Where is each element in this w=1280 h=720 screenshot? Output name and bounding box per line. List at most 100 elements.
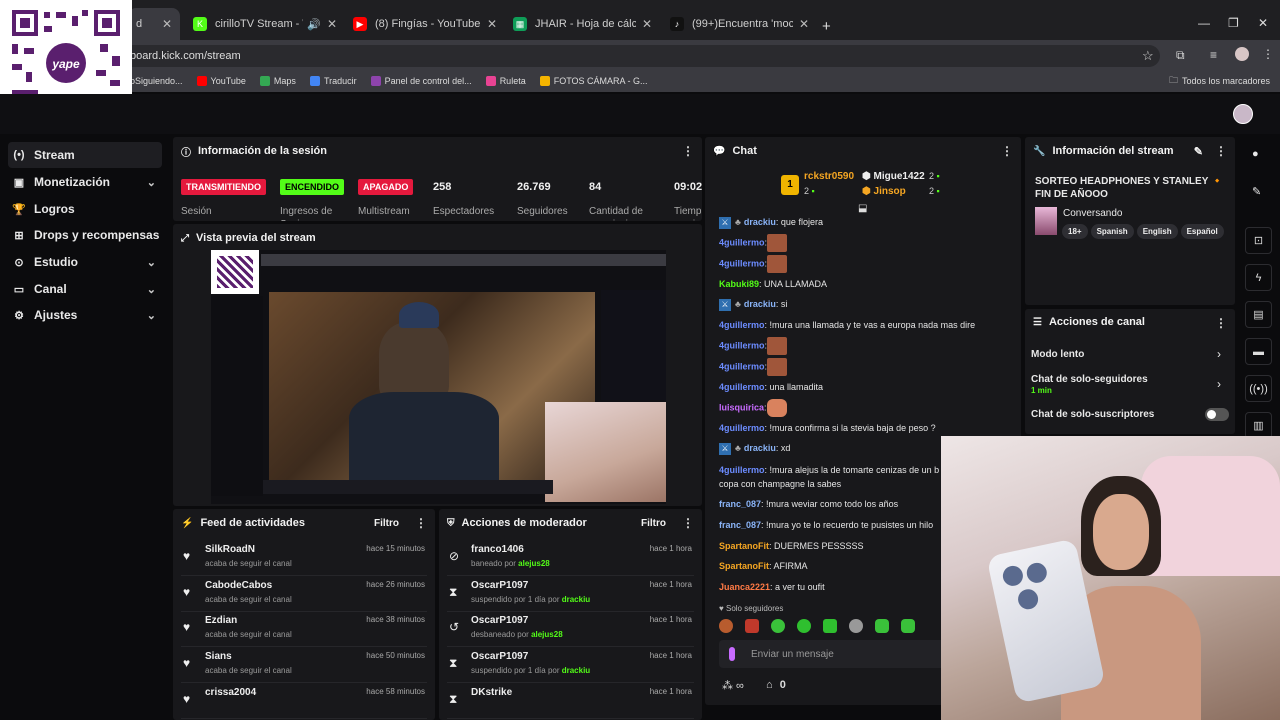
- tag[interactable]: Spanish: [1090, 224, 1134, 239]
- lightning-button[interactable]: ϟ: [1245, 264, 1272, 291]
- emote-icon[interactable]: [823, 619, 837, 633]
- close-tab-icon[interactable]: ✕: [162, 17, 172, 31]
- top-gifter-name[interactable]: ⬢ Jinsop: [862, 186, 906, 197]
- bookmark-star-icon[interactable]: ☆: [1142, 48, 1154, 64]
- sidebar-item-channel[interactable]: ▭ Canal ⌄: [8, 276, 162, 302]
- webcam-overlay: [941, 436, 1280, 720]
- sidebar-item-monetization[interactable]: ▣ Monetización ⌄: [8, 169, 162, 195]
- emote-icon[interactable]: [849, 619, 863, 633]
- chat-button[interactable]: ▬: [1245, 338, 1272, 365]
- more-options-icon[interactable]: ⋮: [682, 516, 694, 530]
- shield-icon: ⛨: [447, 517, 455, 529]
- kick-favicon-icon: K: [193, 17, 207, 31]
- minimize-button[interactable]: —: [1198, 16, 1210, 30]
- chevron-down-icon: ⌄: [146, 176, 156, 189]
- close-tab-icon[interactable]: ✕: [799, 17, 809, 31]
- sidebar-item-achievements[interactable]: 🏆 Logros: [8, 196, 162, 222]
- info-icon: ⓘ: [181, 147, 191, 159]
- jacket: [349, 392, 499, 480]
- nested-sidebar: [211, 296, 263, 496]
- sidebar-item-drops[interactable]: ⊞ Drops y recompensas: [8, 222, 162, 248]
- layout-button[interactable]: ▥: [1245, 412, 1272, 439]
- bookmark-following[interactable]: oSiguiendo...: [130, 76, 183, 86]
- new-tab-button[interactable]: +: [822, 18, 831, 35]
- emote-icon[interactable]: [901, 619, 915, 633]
- followers-only-option[interactable]: Chat de solo-seguidores: [1031, 374, 1148, 385]
- tab-kick-dashboard[interactable]: d ✕: [128, 8, 180, 40]
- sidebar-item-studio[interactable]: ⊙ Estudio ⌄: [8, 249, 162, 275]
- qr-thumbnail: [211, 250, 259, 294]
- more-options-icon[interactable]: ⋮: [1215, 144, 1227, 158]
- address-bar[interactable]: board.kick.com/stream: [120, 45, 1160, 67]
- close-tab-icon[interactable]: ✕: [487, 17, 497, 31]
- emote-icon[interactable]: [719, 619, 733, 633]
- bookmark-photos[interactable]: FOTOS CÁMARA - G...: [539, 76, 648, 86]
- tab-spreadsheet[interactable]: ▦JHAIR - Hoja de cálculo✕: [505, 8, 660, 40]
- close-window-button[interactable]: ✕: [1258, 16, 1268, 30]
- sidebar-item-settings[interactable]: ⚙ Ajustes ⌄: [8, 302, 162, 328]
- pin-icon[interactable]: ⬓: [858, 203, 867, 214]
- browser-menu-icon[interactable]: ⋮: [1262, 47, 1274, 61]
- edit-icon[interactable]: ✎: [1194, 145, 1203, 158]
- close-tab-icon[interactable]: ✕: [327, 17, 337, 31]
- all-bookmarks[interactable]: 🗀 Todos los marcadores: [1169, 73, 1270, 89]
- user-avatar[interactable]: [1233, 104, 1253, 124]
- restore-button[interactable]: ❐: [1228, 16, 1239, 30]
- scan-button[interactable]: ⊡: [1245, 227, 1272, 254]
- stream-preview-video[interactable]: [211, 250, 666, 504]
- nested-player-bar: [263, 480, 553, 494]
- infinity-icon[interactable]: ⁂ ∞: [722, 679, 744, 692]
- filter-button[interactable]: Filtro: [641, 518, 666, 529]
- money-icon: ▣: [13, 176, 25, 189]
- info-icon[interactable]: ●: [1252, 148, 1259, 160]
- slow-mode-option[interactable]: Modo lento: [1031, 349, 1084, 360]
- category-name[interactable]: Conversando: [1063, 208, 1122, 219]
- bookmark-roulette[interactable]: Ruleta: [485, 76, 526, 86]
- list-item: ♥ Sians acaba de seguir el canal hace 50 mi…: [181, 648, 427, 683]
- emote-icon[interactable]: [797, 619, 811, 633]
- heart-icon: ♥: [719, 604, 726, 613]
- broadcast-button[interactable]: ((•)): [1245, 375, 1272, 402]
- chat-message: Kabuki89: UNA LLAMADA: [719, 279, 828, 289]
- followers-only-duration: 1 min: [1031, 386, 1052, 395]
- chevron-right-icon[interactable]: ›: [1217, 347, 1221, 361]
- moderator-actions-panel: ⛨ Acciones de moderador Filtro ⋮ ⊘ franco140…: [439, 509, 702, 720]
- tag[interactable]: English: [1136, 224, 1178, 239]
- tab-cirillotv[interactable]: KcirilloTV Stream - Watch Live🔊✕: [185, 8, 345, 40]
- profile-avatar[interactable]: [1235, 47, 1249, 61]
- bookmark-youtube[interactable]: YouTube: [196, 76, 246, 86]
- more-options-icon[interactable]: ⋮: [682, 144, 694, 158]
- tag[interactable]: Español: [1180, 224, 1224, 239]
- extensions-icon[interactable]: ⧉: [1176, 48, 1185, 63]
- mic-icon: [729, 647, 735, 661]
- notes-button[interactable]: ▤: [1245, 301, 1272, 328]
- streamer-figure: [379, 322, 449, 402]
- media-icon[interactable]: ≡: [1210, 48, 1217, 62]
- more-options-icon[interactable]: ⋮: [1001, 144, 1013, 158]
- subscribers-only-toggle[interactable]: [1205, 408, 1229, 421]
- top-gifter-name[interactable]: rckstr0590: [804, 171, 854, 182]
- filter-button[interactable]: Filtro: [374, 518, 399, 529]
- sidebar-item-stream[interactable]: (•) Stream: [8, 142, 162, 168]
- more-options-icon[interactable]: ⋮: [415, 516, 427, 530]
- chat-message: 4guillermo: !mura una llamada y te vas a…: [719, 320, 976, 330]
- more-options-icon[interactable]: ⋮: [1215, 316, 1227, 330]
- gift-counter[interactable]: ⌂ 0: [766, 679, 786, 691]
- top-gifter-name[interactable]: ⬢ Migue1422: [862, 171, 925, 182]
- emote-icon[interactable]: [875, 619, 889, 633]
- tag[interactable]: 18+: [1062, 224, 1088, 239]
- edit-icon[interactable]: ✎: [1252, 185, 1261, 198]
- bookmark-translate[interactable]: Traducir: [309, 76, 357, 86]
- emote-icon[interactable]: [745, 619, 759, 633]
- chat-message: 4guillermo:: [719, 358, 1021, 376]
- chevron-right-icon[interactable]: ›: [1217, 377, 1221, 391]
- emote-icon[interactable]: [771, 619, 785, 633]
- bookmark-maps[interactable]: Maps: [259, 76, 296, 86]
- wrench-icon: 🔧: [1033, 145, 1046, 157]
- cam-overlay-thumbnail: [545, 402, 666, 502]
- close-tab-icon[interactable]: ✕: [642, 17, 652, 31]
- tab-tiktok[interactable]: ♪(99+)Encuentra 'moca moradit✕: [662, 8, 817, 40]
- status-badge: TRANSMITIENDO: [181, 179, 266, 195]
- tab-youtube[interactable]: ▶ (8) Fingías - YouTube ✕: [345, 8, 505, 40]
- bookmark-control-panel[interactable]: Panel de control del...: [370, 76, 472, 86]
